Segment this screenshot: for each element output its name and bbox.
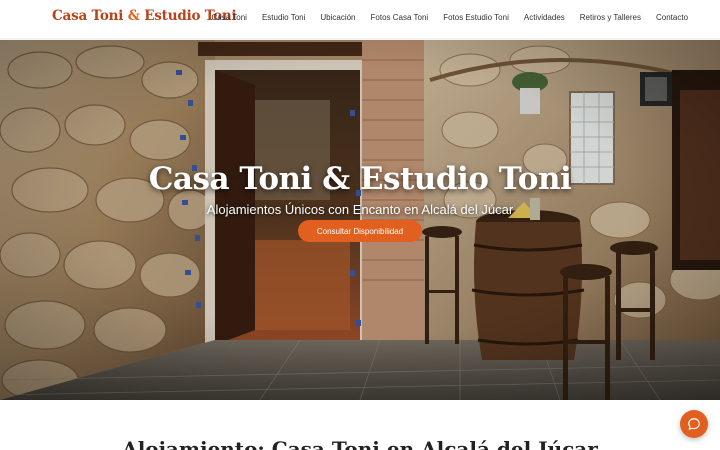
chat-bubble-icon	[688, 418, 700, 430]
chat-button[interactable]	[680, 410, 708, 438]
brand-ampersand: &	[127, 8, 140, 24]
nav-estudio-toni[interactable]: Estudio Toni	[262, 13, 305, 22]
brand-name-part1: Casa Toni	[52, 8, 124, 24]
accommodation-section-title: Alojamiento: Casa Toni en Alcalá del Júc…	[122, 437, 598, 450]
nav-fotos-casa-toni[interactable]: Fotos Casa Toni	[371, 13, 429, 22]
site-header: Casa Toni & Estudio Toni Casa Toni Estud…	[0, 0, 720, 34]
check-availability-button[interactable]: Consultar Disponibilidad	[298, 220, 422, 242]
nav-fotos-estudio-toni[interactable]: Fotos Estudio Toni	[443, 13, 509, 22]
nav-ubicacion[interactable]: Ubicación	[320, 13, 355, 22]
nav-retiros-talleres[interactable]: Retiros y Talleres	[580, 13, 641, 22]
nav-actividades[interactable]: Actividades	[524, 13, 565, 22]
nav-casa-toni[interactable]: Casa Toni	[212, 13, 247, 22]
main-nav: Casa Toni Estudio Toni Ubicación Fotos C…	[204, 0, 696, 34]
nav-contacto[interactable]: Contacto	[656, 13, 688, 22]
hero-title: Casa Toni & Estudio Toni	[148, 161, 572, 197]
hero-section: Casa Toni & Estudio Toni Alojamientos Ún…	[0, 40, 720, 400]
hero-subtitle: Alojamientos Únicos con Encanto en Alcal…	[206, 202, 514, 217]
